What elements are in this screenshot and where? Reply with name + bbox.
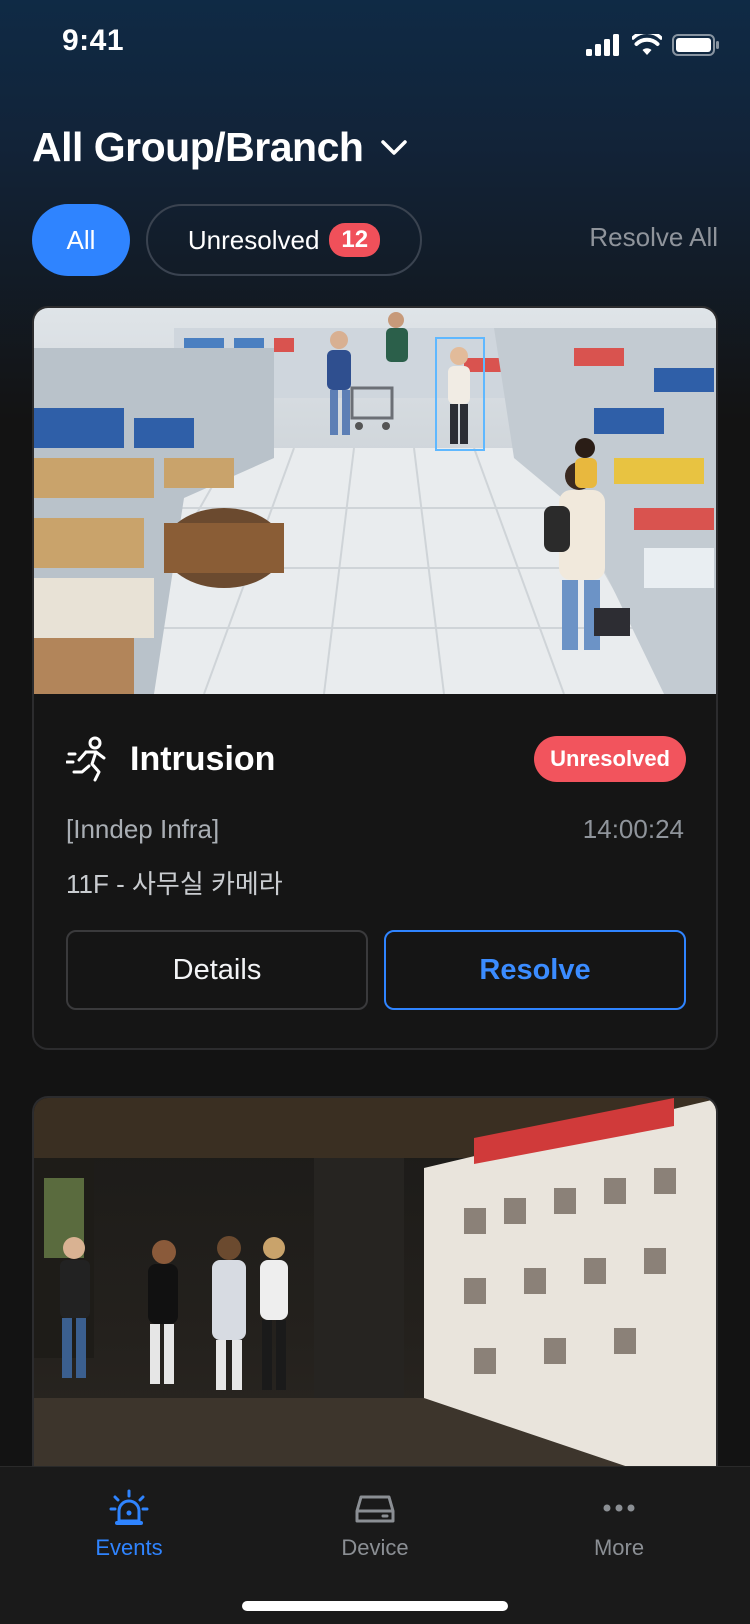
filter-unresolved-label: Unresolved — [187, 224, 320, 255]
cellular-signal-icon — [586, 34, 619, 56]
home-indicator — [242, 1601, 508, 1611]
intrusion-running-person-icon — [66, 736, 106, 782]
tab-more[interactable]: More — [544, 1489, 694, 1561]
alarm-siren-icon — [109, 1489, 149, 1525]
filter-all-chip[interactable]: All — [32, 204, 130, 276]
battery-icon — [672, 34, 719, 56]
event-card[interactable] — [32, 1096, 718, 1496]
bottom-tab-bar: Events Device More — [0, 1466, 750, 1624]
tab-events-label: Events — [95, 1535, 163, 1560]
tab-more-label: More — [593, 1535, 645, 1560]
event-title-row: Intrusion — [66, 736, 275, 782]
status-icons — [586, 34, 720, 56]
chevron-down-icon — [381, 139, 408, 155]
event-card-body: Intrusion Unresolved [Inndep Infra] 14:0… — [34, 694, 716, 1048]
filter-unresolved-chip[interactable]: Unresolved 12 — [146, 204, 422, 276]
branch-selector[interactable]: All Group/Branch — [32, 124, 408, 171]
tab-events[interactable]: Events — [54, 1489, 204, 1561]
event-snapshot-image[interactable] — [34, 1098, 716, 1496]
event-type-title: Intrusion — [130, 739, 276, 778]
device-storage-icon — [355, 1495, 395, 1523]
page-title: All Group/Branch — [32, 124, 364, 170]
resolve-all-button[interactable]: Resolve All — [589, 222, 718, 253]
status-time: 9:41 — [62, 24, 125, 57]
supermarket-scene — [34, 312, 716, 694]
unresolved-count-badge: 12 — [329, 223, 381, 257]
more-dots-icon — [603, 1504, 635, 1512]
resolve-button[interactable]: Resolve — [384, 930, 686, 1010]
details-button[interactable]: Details — [66, 930, 368, 1010]
tab-device[interactable]: Device — [300, 1489, 450, 1561]
event-organization: [Inndep Infra] — [66, 814, 220, 844]
status-badge: Unresolved — [534, 736, 686, 782]
wifi-icon — [632, 34, 662, 55]
filter-bar: All Unresolved 12 Resolve All — [32, 204, 718, 276]
event-card[interactable]: Intrusion Unresolved [Inndep Infra] 14:0… — [32, 306, 718, 1050]
event-location: 11F - 사무실 카메라 — [66, 869, 283, 899]
status-bar: 9:41 — [0, 0, 750, 92]
event-timestamp: 14:00:24 — [582, 814, 684, 844]
tab-device-label: Device — [341, 1535, 409, 1560]
exhibition-scene — [34, 1098, 716, 1496]
event-snapshot-image[interactable] — [34, 308, 716, 694]
